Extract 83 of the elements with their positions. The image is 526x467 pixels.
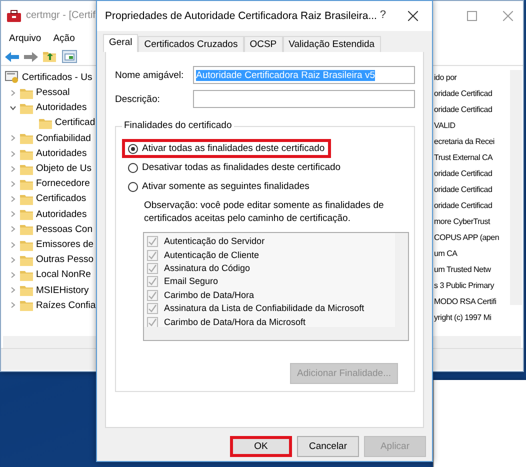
menu-item[interactable]: Ação <box>53 33 75 46</box>
highlighted-radio-option[interactable]: Ativar todas as finalidades deste certificado <box>122 139 331 158</box>
folder-icon <box>20 254 33 266</box>
list-cell-text: MODO RSA Certifi <box>434 296 496 308</box>
folder-icon <box>20 178 33 190</box>
tab[interactable]: Validação Estendida <box>282 36 381 52</box>
checkbox-label: Autenticação de Cliente <box>164 250 260 260</box>
tree-item-label[interactable]: MSIEHistory <box>36 284 89 296</box>
tree-item-label[interactable]: Local NonRe <box>36 269 91 281</box>
help-button[interactable]: ? <box>380 9 386 23</box>
vertical-scrollbar[interactable] <box>510 70 522 305</box>
toolbox-icon <box>7 10 21 22</box>
folder-icon <box>20 132 33 144</box>
checkbox-label: Carimbo de Data/Hora <box>164 290 254 301</box>
list-cell-text: oridade Certificad <box>434 88 492 100</box>
folder-icon <box>20 208 33 220</box>
folder-icon <box>20 269 33 282</box>
maximize-icon[interactable] <box>467 11 477 21</box>
list-cell-text: oridade Certificad <box>434 200 492 212</box>
tree-item-label[interactable]: Fornecedore <box>36 178 90 190</box>
list-cell-text: oridade Certificad <box>434 168 492 180</box>
dialog-button[interactable]: OK <box>230 436 292 458</box>
list-cell-text: ecretaria da Recei <box>434 136 494 148</box>
panel-view-icon[interactable] <box>62 50 77 63</box>
list-cell-text: COPUS APP (apen <box>434 232 500 244</box>
checkbox-label: Autenticação do Servidor <box>164 236 265 248</box>
field-label: Nome amigável: <box>115 70 185 82</box>
column-header[interactable]: ido por <box>434 70 457 86</box>
tree-item-label[interactable]: Autoridades <box>36 208 87 220</box>
checkbox-label: Email Seguro <box>164 276 218 288</box>
checkbox-label: Assinatura da Lista de Confiabilidade da Microsoft <box>164 303 364 314</box>
folder-icon <box>20 284 33 296</box>
checkbox-label: Carimbo de Data/Hora da Microsoft <box>164 316 306 328</box>
list-cell-text: um Trusted Netw <box>434 264 491 276</box>
list-cell-text: VALID <box>434 120 456 132</box>
horizontal-scrollbar[interactable] <box>144 327 408 340</box>
forward-arrow-icon[interactable] <box>24 52 38 62</box>
tree-item-label[interactable]: Certificad <box>55 117 96 129</box>
folder-icon <box>20 102 33 114</box>
list-cell-text: Trust External CA <box>434 152 493 164</box>
folder-icon <box>20 86 33 99</box>
folder-icon <box>20 299 33 312</box>
checkbox-label: Assinatura do Código <box>164 263 250 274</box>
menu-item[interactable]: Arquivo <box>9 33 42 46</box>
folder-icon <box>20 238 33 251</box>
list-cell-text: more CyberTrust <box>434 216 490 228</box>
tab[interactable]: Certificados Cruzados <box>138 36 244 52</box>
tab[interactable]: Geral <box>103 34 138 52</box>
dialog-title: Propriedades de Autoridade Certificadora Raiz Brasileira... <box>105 10 377 22</box>
note-text: Observação: você pode editar somente as finalidades de certificados aceitas pelo caminho de certificação. <box>143 199 385 226</box>
tab[interactable]: OCSP <box>244 36 283 52</box>
tree-item-label[interactable]: Autoridades <box>36 148 87 160</box>
folder-icon <box>20 223 33 236</box>
folder-icon <box>39 117 52 130</box>
tree-item-label[interactable]: Pessoas Con <box>36 224 93 236</box>
field-label: Descrição: <box>115 94 161 106</box>
tree-item-label[interactable]: Raízes Confia <box>36 300 96 312</box>
folder-icon <box>20 162 33 175</box>
tree-item-label[interactable]: Certificados - Us <box>22 72 92 84</box>
list-cell-text: yright (c) 1997 Mi <box>434 312 492 324</box>
close-icon[interactable] <box>408 11 418 21</box>
tree-item-label[interactable]: Certificados <box>36 193 86 205</box>
radio-option[interactable]: Desativar todas as finalidades deste certificado <box>122 158 347 178</box>
list-cell-text: s 3 Public Primary <box>434 280 494 292</box>
folder-icon <box>20 148 33 160</box>
certificate-store-icon <box>5 71 19 84</box>
tree-item-label[interactable]: Emissores de <box>36 238 94 250</box>
description-field[interactable] <box>193 90 415 108</box>
folder-icon <box>20 193 33 206</box>
tree-item-label[interactable]: Objeto de Us <box>36 163 92 174</box>
tree-item-label[interactable]: Confiabilidad <box>36 132 91 144</box>
list-cell-text: um CA <box>434 248 458 260</box>
up-folder-icon[interactable] <box>43 50 57 63</box>
tree-item-label[interactable]: Outras Pesso <box>36 254 94 266</box>
radio-option[interactable]: Ativar somente as seguintes finalidades <box>122 177 316 196</box>
list-cell-text: oridade Certificad <box>434 104 492 116</box>
tree-item-label[interactable]: Autoridades <box>36 102 87 114</box>
back-arrow-icon[interactable] <box>5 52 19 62</box>
vertical-scrollbar[interactable] <box>395 233 408 328</box>
tree-item-label[interactable]: Pessoal <box>36 87 70 98</box>
window-title: certmgr - [Certif <box>26 10 96 22</box>
dialog-button[interactable]: Cancelar <box>297 436 359 458</box>
list-cell-text: oridade Certificad <box>434 184 492 196</box>
